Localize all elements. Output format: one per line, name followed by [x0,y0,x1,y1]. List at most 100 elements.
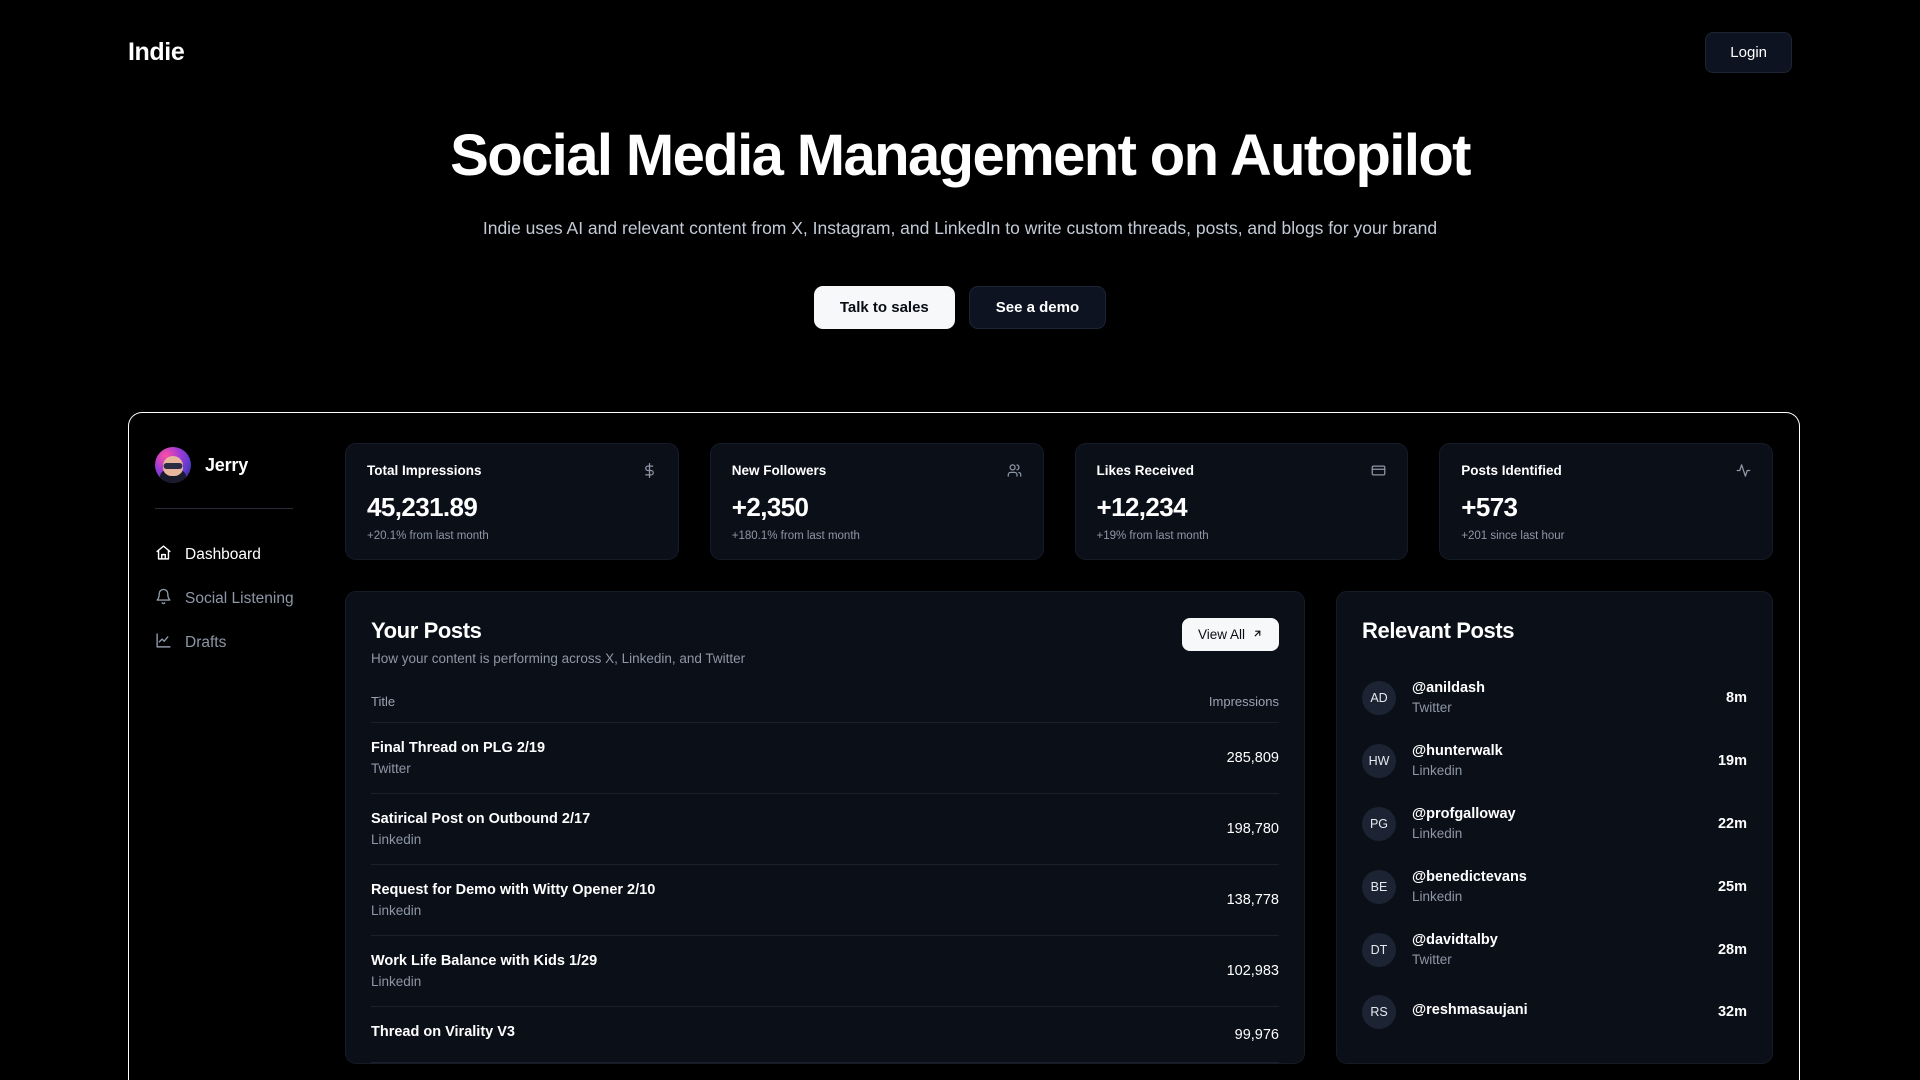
your-posts-subtitle: How your content is performing across X,… [371,651,746,666]
avatar [155,447,191,483]
sidebar: Jerry Dashboard Social Listening Drafts [129,413,319,1080]
dashboard-preview: Jerry Dashboard Social Listening Drafts … [128,412,1800,1080]
stat-value: +12,234 [1096,492,1188,522]
lower-row: Your Posts How your content is performin… [345,591,1773,1064]
stat-title: New Followers [731,463,827,478]
posts-table: Title Impressions Final Thread on PLG 2/… [371,694,1279,1063]
login-button[interactable]: Login [1705,31,1792,73]
sidebar-item-label: Drafts [185,634,227,651]
hero-section: Social Media Management on Autopilot Ind… [0,123,1920,330]
sidebar-item-drafts[interactable]: Drafts [155,621,319,665]
stat-value: 45,231.89 [367,492,478,522]
stat-card-total-impressions: Total Impressions 45,231.89 +20.1% from … [345,443,679,560]
post-impressions: 102,983 [1226,963,1279,979]
post-impressions: 198,780 [1226,821,1279,837]
column-header-impressions: Impressions [1208,694,1279,709]
arrow-up-right-icon [1252,627,1263,642]
stat-value: +573 [1461,492,1518,522]
landing-page: Indie Login Social Media Management on A… [0,0,1920,1080]
table-row[interactable]: Request for Demo with Witty Opener 2/10 … [371,865,1279,936]
account-handle: @profgalloway [1412,806,1516,822]
post-time: 25m [1717,878,1747,895]
stat-title: Total Impressions [367,463,482,478]
your-posts-panel: Your Posts How your content is performin… [345,591,1305,1064]
list-item[interactable]: HW @hunterwalk Linkedin 19m [1362,729,1747,792]
account-handle: @reshmasaujani [1412,1002,1528,1018]
post-time: 22m [1717,815,1747,832]
account-handle: @davidtalby [1412,932,1498,948]
sidebar-item-dashboard[interactable]: Dashboard [155,533,319,577]
dashboard-main: Total Impressions 45,231.89 +20.1% from … [319,413,1799,1080]
account-handle: @benedictevans [1412,869,1527,885]
table-row[interactable]: Final Thread on PLG 2/19 Twitter 285,809 [371,723,1279,794]
navbar: Indie Login [0,0,1920,104]
relevant-posts-panel: Relevant Posts AD @anildash Twitter 8m H… [1336,591,1773,1064]
list-item[interactable]: PG @profgalloway Linkedin 22m [1362,792,1747,855]
post-time: 32m [1717,1004,1747,1020]
see-a-demo-button[interactable]: See a demo [968,286,1107,330]
table-row[interactable]: Satirical Post on Outbound 2/17 Linkedin… [371,794,1279,865]
credit-card-icon [1371,463,1386,483]
post-platform: Linkedin [371,903,422,918]
users-icon [1007,463,1022,483]
list-item[interactable]: RS @reshmasaujani 32m [1362,981,1747,1043]
post-title: Request for Demo with Witty Opener 2/10 [371,882,656,898]
stat-value: +2,350 [731,492,809,522]
stat-delta: +201 since last hour [1461,530,1565,542]
bell-icon [155,588,172,610]
list-item[interactable]: BE @benedictevans Linkedin 25m [1362,855,1747,918]
list-item[interactable]: DT @davidtalby Twitter 28m [1362,918,1747,981]
post-impressions: 285,809 [1226,750,1279,766]
home-icon [155,544,172,566]
avatar: HW [1362,743,1396,778]
posts-table-header: Title Impressions [371,694,1279,723]
hero-subtitle: Indie uses AI and relevant content from … [482,217,1438,238]
avatar: BE [1362,869,1396,904]
stat-card-likes-received: Likes Received +12,234 +19% from last mo… [1074,443,1409,560]
stats-row: Total Impressions 45,231.89 +20.1% from … [345,443,1773,560]
sidebar-divider [155,508,293,509]
stat-card-posts-identified: Posts Identified +573 +201 since last ho… [1439,443,1773,560]
stat-delta: +19% from last month [1096,530,1209,542]
account-platform: Twitter [1412,700,1452,715]
avatar: AD [1362,680,1396,715]
account-handle: @hunterwalk [1412,743,1503,759]
account-platform: Linkedin [1412,763,1463,778]
post-platform: Linkedin [371,832,422,847]
avatar: PG [1362,806,1396,841]
relevant-posts-list: AD @anildash Twitter 8m HW @hunterwalk L… [1362,666,1747,1043]
post-title: Final Thread on PLG 2/19 [371,740,546,756]
post-platform: Linkedin [371,974,422,989]
post-impressions: 138,778 [1226,892,1279,908]
post-title: Work Life Balance with Kids 1/29 [371,953,598,969]
view-all-button[interactable]: View All [1181,618,1279,651]
table-row[interactable]: Thread on Virality V3 99,976 [371,1007,1279,1063]
post-title: Satirical Post on Outbound 2/17 [371,811,591,827]
post-platform: Twitter [371,761,411,776]
column-header-title: Title [371,694,396,709]
avatar: RS [1362,995,1396,1029]
user-profile[interactable]: Jerry [155,447,319,483]
post-time: 28m [1717,941,1747,958]
account-handle: @anildash [1412,680,1485,696]
talk-to-sales-button[interactable]: Talk to sales [813,286,955,330]
post-time: 8m [1726,689,1747,706]
stat-delta: +20.1% from last month [367,530,489,542]
brand-logo[interactable]: Indie [128,38,185,67]
account-platform: Twitter [1412,952,1452,967]
activity-icon [1736,463,1751,483]
table-row[interactable]: Work Life Balance with Kids 1/29 Linkedi… [371,936,1279,1007]
post-title: Thread on Virality V3 [371,1024,515,1040]
view-all-label: View All [1197,627,1245,642]
list-item[interactable]: AD @anildash Twitter 8m [1362,666,1747,729]
user-name: Jerry [205,454,249,475]
stat-card-new-followers: New Followers +2,350 +180.1% from last m… [709,443,1044,560]
sidebar-item-label: Dashboard [185,546,261,563]
post-impressions: 99,976 [1234,1026,1279,1043]
relevant-posts-title: Relevant Posts [1362,618,1515,643]
stat-title: Posts Identified [1461,463,1562,478]
stat-delta: +180.1% from last month [731,530,860,542]
sidebar-item-social-listening[interactable]: Social Listening [155,577,319,621]
sidebar-item-label: Social Listening [185,590,294,607]
page-title: Social Media Management on Autopilot [450,123,1471,188]
